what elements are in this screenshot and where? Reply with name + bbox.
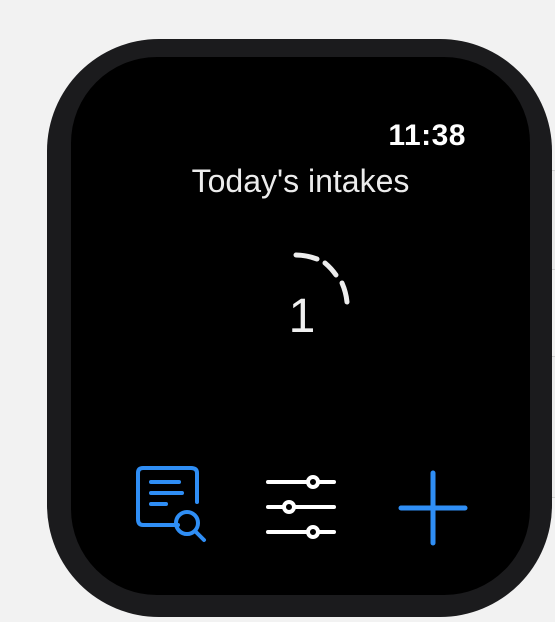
page-title: Today's intakes xyxy=(191,163,410,199)
document-search-icon xyxy=(136,466,206,542)
watch-stage: 11:38 Today's intakes 1 xyxy=(0,0,555,622)
status-time: 11:38 xyxy=(388,119,466,152)
progress-segment-2 xyxy=(322,260,339,278)
plus-icon xyxy=(398,470,468,546)
history-button[interactable] xyxy=(135,465,207,547)
progress-segment-1 xyxy=(293,252,320,262)
intake-count: 1 xyxy=(288,290,316,343)
settings-button[interactable] xyxy=(265,470,337,542)
sliders-icon xyxy=(266,475,336,539)
watch-screen: 11:38 Today's intakes 1 xyxy=(71,57,530,595)
add-intake-button[interactable] xyxy=(397,468,469,548)
progress-segment-3 xyxy=(339,280,350,305)
